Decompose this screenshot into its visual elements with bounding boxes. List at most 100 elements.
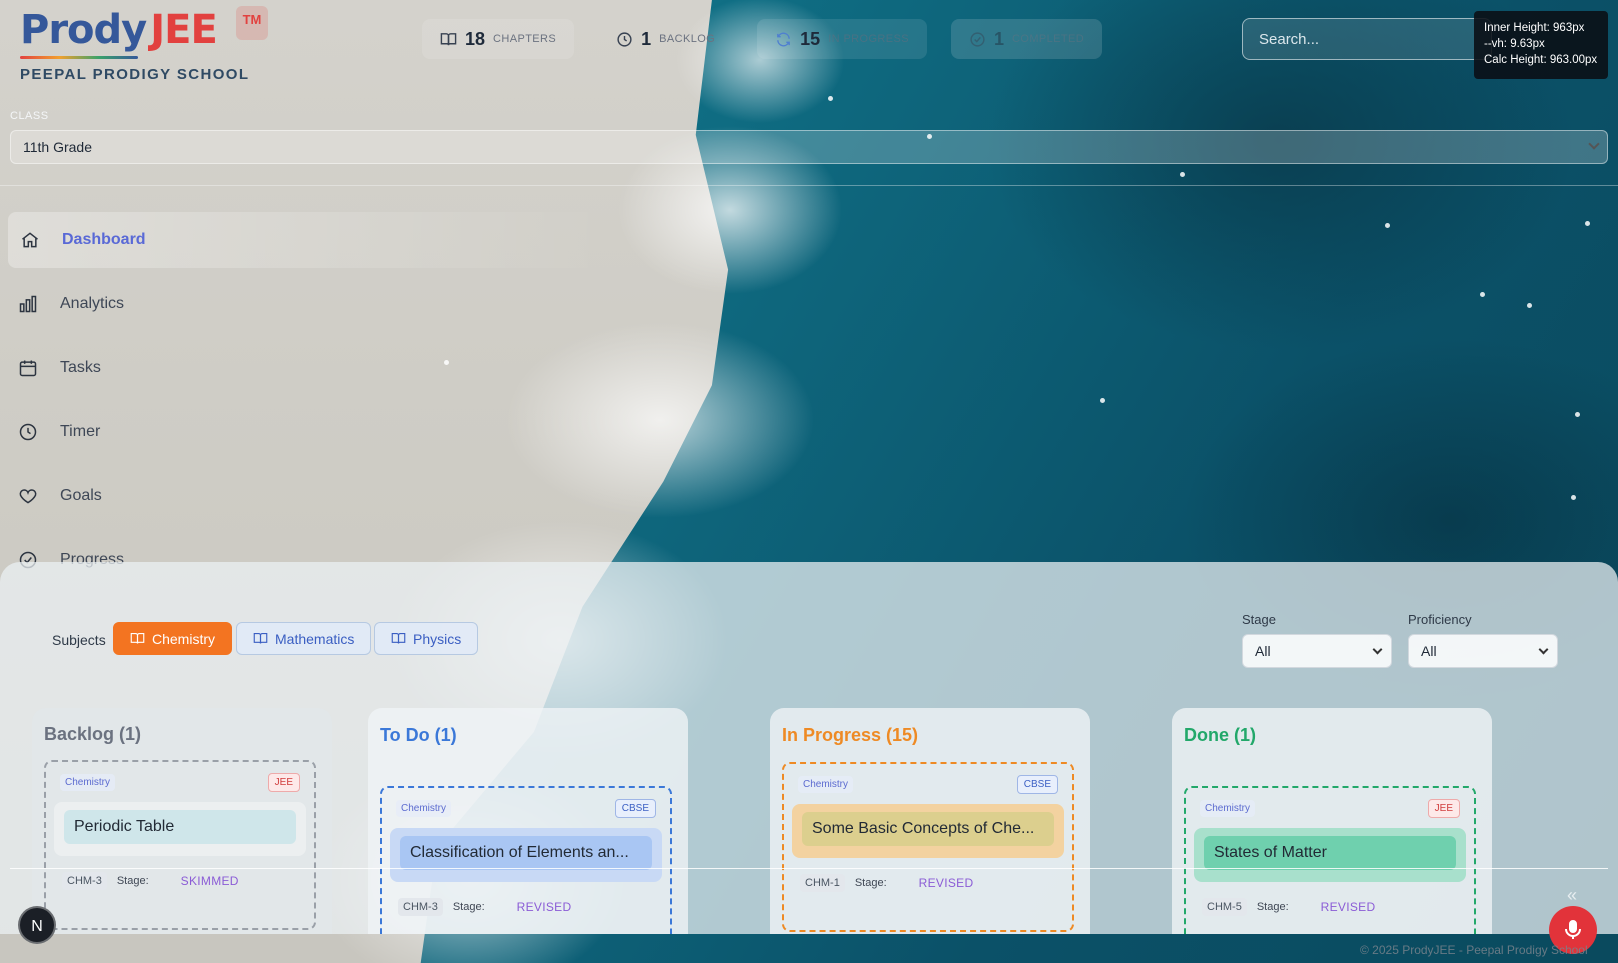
- debug-overlay: Inner Height: 963px --vh: 9.63px Calc He…: [1474, 11, 1608, 79]
- card-title-box: States of Matter: [1194, 828, 1466, 882]
- search-input[interactable]: [1242, 18, 1492, 60]
- card-title-box: Periodic Table: [54, 802, 306, 856]
- card-title: Some Basic Concepts of Che...: [802, 812, 1054, 846]
- nav-item-label: Dashboard: [62, 231, 146, 248]
- debug-calc-height: Calc Height: 963.00px: [1484, 54, 1598, 66]
- card-title-box: Classification of Elements an...: [390, 828, 662, 882]
- stat-completed[interactable]: 1 COMPLETED: [951, 19, 1103, 59]
- stage-label: Stage:: [116, 875, 149, 887]
- chapter-code: CHM-1: [800, 874, 845, 892]
- collapse-icon[interactable]: «: [1567, 885, 1577, 906]
- subject-label: Chemistry: [152, 630, 216, 647]
- chapter-code: CHM-5: [1202, 898, 1247, 916]
- stat-backlog-value: 1: [641, 28, 652, 49]
- chapter-card[interactable]: Chemistry JEE States of Matter CHM-5 Sta…: [1184, 786, 1476, 934]
- board-tag: JEE: [267, 773, 300, 792]
- stage-label: Stage:: [854, 877, 887, 889]
- subject-label: Mathematics: [275, 630, 355, 647]
- book-icon: [391, 632, 406, 644]
- card-meta: CHM-3 Stage: SKIMMED: [62, 872, 239, 890]
- stat-completed-value: 1: [994, 28, 1005, 49]
- proficiency-filter-select[interactable]: All: [1408, 634, 1558, 668]
- board-tag: CBSE: [614, 799, 656, 818]
- card-title: Periodic Table: [64, 810, 296, 844]
- clock-icon: [19, 423, 37, 441]
- column-in-progress: In Progress (15) Chemistry CBSE Some Bas…: [770, 708, 1090, 934]
- microphone-icon: [1565, 920, 1581, 939]
- column-title: Done (1): [1184, 725, 1256, 745]
- nav-item-analytics[interactable]: Analytics: [0, 276, 124, 332]
- stat-completed-label: COMPLETED: [1012, 33, 1085, 45]
- debug-inner-height: Inner Height: 963px: [1484, 22, 1585, 34]
- book-icon: [253, 632, 268, 644]
- stage-label: Stage:: [452, 901, 485, 913]
- card-meta: CHM-3 Stage: REVISED: [398, 898, 571, 916]
- proficiency-filter-label: Proficiency: [1408, 612, 1472, 627]
- subject-button-chemistry[interactable]: Chemistry: [113, 622, 233, 655]
- subject-button-mathematics[interactable]: Mathematics: [236, 622, 372, 655]
- logo-underline: [20, 56, 138, 59]
- logo-text-prody: Prody: [20, 7, 147, 53]
- nav-item-label: Analytics: [60, 295, 125, 312]
- card-meta: CHM-5 Stage: REVISED: [1202, 898, 1375, 916]
- clock-icon: [617, 31, 632, 47]
- heart-icon: [19, 489, 37, 504]
- trademark-badge: TM: [236, 6, 268, 40]
- stage-filter-select[interactable]: All: [1242, 634, 1392, 668]
- stat-in-progress-value: 15: [800, 28, 821, 49]
- nav-item-dashboard[interactable]: Dashboard: [8, 212, 608, 268]
- stage-filter-label: Stage: [1242, 612, 1276, 627]
- chapter-card[interactable]: Chemistry CBSE Classification of Element…: [380, 786, 672, 934]
- nav-item-timer[interactable]: Timer: [0, 404, 100, 460]
- card-meta: CHM-1 Stage: REVISED: [800, 874, 973, 892]
- avatar[interactable]: N: [18, 906, 56, 944]
- board-tag: CBSE: [1016, 775, 1058, 794]
- subject-tag: Chemistry: [1200, 800, 1256, 817]
- column-done: Done (1) Chemistry JEE States of Matter …: [1172, 708, 1492, 934]
- nav-item-tasks[interactable]: Tasks: [0, 340, 101, 396]
- refresh-icon: [777, 32, 791, 46]
- brand-logo[interactable]: Prody JEE TM: [20, 6, 268, 59]
- column-title: To Do (1): [380, 725, 457, 745]
- nav-item-label: Goals: [60, 487, 102, 504]
- subject-tag: Chemistry: [798, 776, 854, 793]
- stage-value: SKIMMED: [180, 874, 239, 888]
- calendar-icon: [19, 360, 37, 377]
- stat-in-progress-label: IN PROGRESS: [828, 33, 909, 45]
- card-title-box: Some Basic Concepts of Che...: [792, 804, 1064, 858]
- subjects-label: Subjects: [52, 632, 106, 648]
- chapter-card[interactable]: Chemistry JEE Periodic Table CHM-3 Stage…: [44, 760, 316, 930]
- subject-tag: Chemistry: [60, 774, 116, 791]
- nav-item-label: Timer: [60, 423, 101, 440]
- stats-bar: 18 CHAPTERS 1 BACKLOG 15 IN PROGRESS 1 C…: [422, 19, 1103, 59]
- bottom-divider: [10, 868, 1608, 869]
- chapter-code: CHM-3: [62, 872, 107, 890]
- chapter-code: CHM-3: [398, 898, 443, 916]
- column-title: Backlog (1): [44, 724, 142, 744]
- stage-value: REVISED: [1320, 900, 1376, 914]
- bar-chart-icon: [19, 295, 37, 313]
- header-divider: [0, 185, 1618, 186]
- footer-copyright: © 2025 ProdyJEE - Peepal Prodigy School: [1360, 943, 1588, 957]
- stat-in-progress[interactable]: 15 IN PROGRESS: [757, 19, 927, 59]
- stat-backlog[interactable]: 1 BACKLOG: [598, 19, 733, 59]
- chapter-card[interactable]: Chemistry CBSE Some Basic Concepts of Ch…: [782, 762, 1074, 932]
- class-label: CLASS: [10, 110, 49, 122]
- debug-vh: --vh: 9.63px: [1484, 38, 1545, 50]
- subject-button-physics[interactable]: Physics: [374, 622, 479, 655]
- card-title: Classification of Elements an...: [400, 836, 652, 870]
- stat-chapters[interactable]: 18 CHAPTERS: [422, 19, 575, 59]
- nav-item-goals[interactable]: Goals: [0, 468, 102, 524]
- book-icon: [440, 32, 457, 45]
- stat-chapters-value: 18: [465, 28, 486, 49]
- class-select[interactable]: 11th Grade: [10, 130, 1608, 164]
- kanban-panel: Subjects Chemistry Mathematics Physics S…: [0, 562, 1618, 934]
- nav-item-label: Tasks: [60, 359, 101, 376]
- card-title: States of Matter: [1204, 836, 1456, 870]
- book-icon: [130, 632, 145, 644]
- logo-text-jee: JEE: [150, 7, 218, 53]
- home-icon: [22, 232, 38, 248]
- school-name: PEEPAL PRODIGY SCHOOL: [20, 66, 250, 83]
- stat-backlog-label: BACKLOG: [659, 33, 716, 45]
- check-circle-icon: [970, 31, 985, 47]
